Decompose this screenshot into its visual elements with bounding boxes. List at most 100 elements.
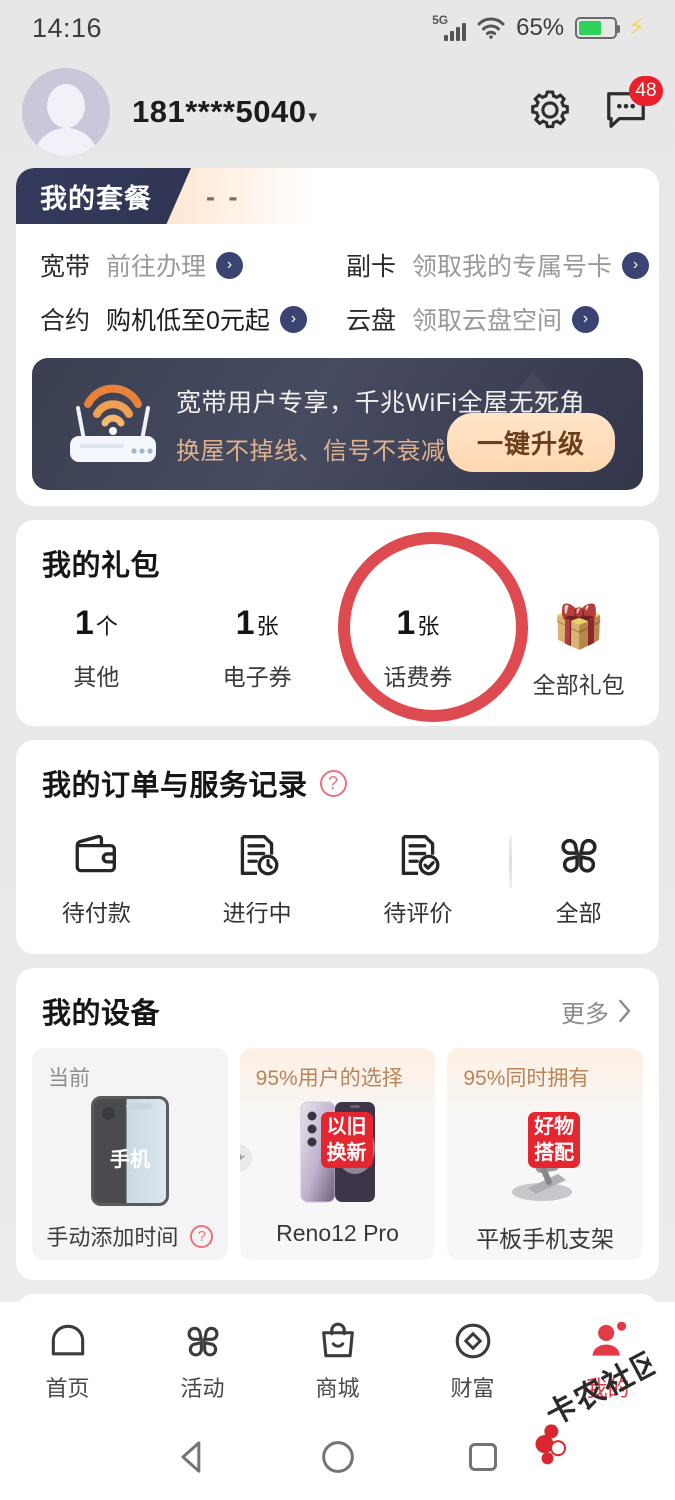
package-link-key: 宽带 <box>40 253 91 281</box>
gift-box-icon: 🎁 <box>552 603 605 650</box>
account-header: 181****5040 ▾ 48 <box>0 56 675 168</box>
wifi-upgrade-banner[interactable]: 宽带用户专享，千兆WiFi全屋无死角 换屋不掉线、信号不衰减 一键升级 <box>32 358 643 490</box>
devices-more-button[interactable]: 更多 <box>561 994 633 1029</box>
device-current-caption[interactable]: 手动添加时间 ? <box>46 1220 214 1252</box>
square-recents-icon[interactable] <box>463 1437 503 1477</box>
package-links: 宽带 前往办理 › 副卡 领取我的专属号卡 › 合约 购机低至0元起 › 云盘 <box>16 224 659 356</box>
product-badge-goodmatch: 好物 搭配 <box>528 1112 581 1168</box>
account-phone-number[interactable]: 181****5040 ▾ <box>132 94 318 130</box>
gifts-title: 我的礼包 <box>42 550 161 582</box>
order-item-all[interactable]: 全部 <box>498 830 659 928</box>
diamond-circle-icon <box>455 1323 490 1359</box>
order-item-label: 待评价 <box>383 900 453 926</box>
gift-count: 1个 <box>74 604 118 642</box>
package-link-value: 购机低至0元起 <box>106 307 270 335</box>
phone-thumbnail-icon: 手机 <box>90 1096 169 1206</box>
device-tile-product-phonestand[interactable]: 95%同时拥有 好物 搭配 平板手机支架 <box>447 1048 644 1260</box>
order-item-label: 进行中 <box>222 900 292 926</box>
package-tab-label: 我的套餐 <box>40 183 152 214</box>
package-link-clouddisk[interactable]: 云盘 领取云盘空间 › <box>346 301 659 337</box>
orders-title: 我的订单与服务记录 <box>42 770 308 802</box>
battery-icon <box>575 17 621 39</box>
tab-mall[interactable]: 商城 <box>270 1319 405 1403</box>
messages-button[interactable]: 48 <box>603 75 663 137</box>
gift-item-all[interactable]: 🎁 全部礼包 <box>498 606 659 700</box>
my-devices-card: 我的设备 更多 当前 手机 手动添加时间 ? 95%用户的选择 以旧 换新 Re… <box>16 968 659 1280</box>
document-check-icon <box>401 835 440 876</box>
tab-mine[interactable]: 我的 <box>540 1319 675 1403</box>
tab-activity[interactable]: 活动 <box>135 1319 270 1403</box>
device-caption-text: 手动添加时间 <box>46 1225 179 1250</box>
tab-wealth[interactable]: 财富 <box>405 1319 540 1403</box>
package-link-key: 副卡 <box>346 253 397 281</box>
home-icon <box>51 1324 84 1356</box>
gift-label: 其他 <box>73 664 120 690</box>
order-item-inprogress[interactable]: 进行中 <box>177 830 338 928</box>
tab-label: 商城 <box>315 1376 360 1401</box>
badge-line1: 好物 <box>534 1116 575 1138</box>
phone-thumbnail-label: 手机 <box>109 1149 150 1171</box>
order-item-pending-review[interactable]: 待评价 <box>338 830 499 928</box>
phone-number-text: 181****5040 <box>132 94 307 129</box>
one-click-upgrade-button[interactable]: 一键升级 <box>446 413 615 472</box>
device-tile-product-reno12pro[interactable]: ⟳ 95%用户的选择 <box>239 1048 436 1260</box>
gift-count: 1张 <box>235 604 279 642</box>
gear-icon <box>531 89 569 128</box>
wifi-router-icon <box>58 374 168 474</box>
package-link-broadband[interactable]: 宽带 前往办理 › <box>16 247 346 283</box>
gift-item-evoucher[interactable]: 1张 电子券 <box>177 606 338 700</box>
order-item-unpaid[interactable]: 待付款 <box>16 830 177 928</box>
wifi-icon <box>477 17 505 39</box>
triangle-back-icon[interactable] <box>173 1437 213 1477</box>
devices-more-label: 更多 <box>561 1000 609 1028</box>
package-tab[interactable]: 我的套餐 <box>16 168 191 224</box>
person-icon <box>592 1321 626 1356</box>
product-badge-tradein: 以旧 换新 <box>320 1112 373 1168</box>
clover-grid-icon <box>187 1326 218 1357</box>
divider <box>509 836 512 888</box>
tab-label: 我的 <box>585 1376 630 1401</box>
tab-label: 财富 <box>450 1376 495 1401</box>
avatar[interactable] <box>22 68 110 156</box>
package-link-value: 前往办理 <box>106 253 207 281</box>
gift-label: 话费券 <box>383 664 453 690</box>
package-link-contract[interactable]: 合约 购机低至0元起 › <box>16 301 346 337</box>
chevron-right-icon: › <box>279 305 307 333</box>
package-link-subcard[interactable]: 副卡 领取我的专属号卡 › <box>346 247 659 283</box>
device-tile-current[interactable]: 当前 手机 手动添加时间 ? <box>32 1048 228 1260</box>
phone-screen: 14:16 5G 65% ⚡ 181****5040 ▾ 48 我的套餐 - -… <box>0 0 675 1500</box>
badge-line1: 以旧 <box>326 1116 367 1138</box>
my-gifts-card: 我的礼包 1个 其他 1张 电子券 1张 话费券 🎁 全部礼包 <box>16 520 659 726</box>
question-mark-icon[interactable]: ? <box>319 769 347 797</box>
gift-item-phonebill-voucher[interactable]: 1张 话费券 <box>338 606 499 700</box>
package-link-key: 合约 <box>40 307 91 335</box>
product-tag: 95%同时拥有 <box>463 1067 590 1090</box>
package-link-row: 合约 购机低至0元起 › 云盘 领取云盘空间 › <box>16 292 659 346</box>
badge-line2: 搭配 <box>534 1142 575 1164</box>
package-header: 我的套餐 - - <box>16 168 659 224</box>
grid-icon <box>561 838 597 873</box>
product-image-phonestand: 好物 搭配 <box>502 1096 588 1208</box>
tab-home[interactable]: 首页 <box>0 1319 135 1403</box>
gift-count: 1张 <box>396 604 440 642</box>
order-item-label: 全部 <box>555 900 602 926</box>
package-link-value: 领取我的专属号卡 <box>412 253 613 281</box>
badge-line2: 换新 <box>326 1142 367 1164</box>
package-link-value: 领取云盘空间 <box>412 307 563 335</box>
product-name: Reno12 Pro <box>276 1220 399 1246</box>
wallet-icon <box>75 834 117 873</box>
devices-title: 我的设备 <box>42 998 161 1030</box>
status-bar: 14:16 5G 65% ⚡ <box>0 0 675 56</box>
question-mark-icon[interactable]: ? <box>190 1224 214 1248</box>
orders-and-services-card: 我的订单与服务记录 ? 待付款 进行中 待评价 全部 <box>16 740 659 954</box>
package-value: - - <box>206 182 241 212</box>
settings-button[interactable] <box>527 87 573 138</box>
product-tag: 95%用户的选择 <box>255 1067 403 1090</box>
system-nav-bar <box>0 1414 675 1500</box>
bottom-tab-bar: 首页 活动 商城 财富 我的 <box>0 1302 675 1414</box>
product-name: 平板手机支架 <box>476 1226 615 1252</box>
gift-item-other[interactable]: 1个 其他 <box>16 606 177 700</box>
message-badge: 48 <box>629 75 663 106</box>
signal-5g-icon: 5G <box>432 13 467 41</box>
circle-home-icon[interactable] <box>318 1437 358 1477</box>
